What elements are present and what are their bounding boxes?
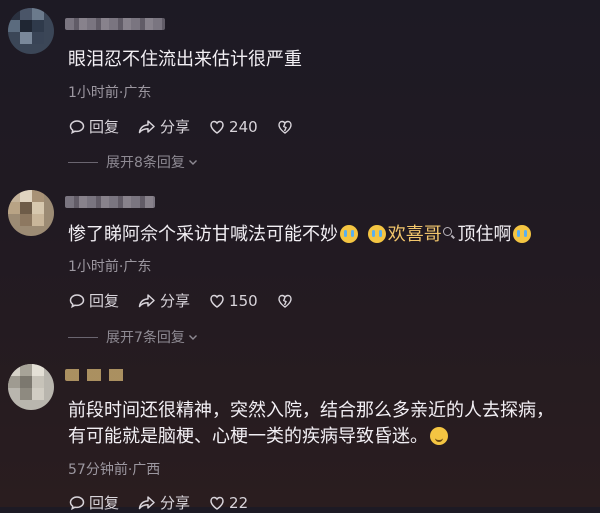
reply-label: 回复 — [89, 118, 120, 136]
username-blurred[interactable] — [65, 369, 129, 381]
reply-label: 回复 — [89, 494, 120, 512]
crying-face-emoji — [367, 225, 386, 243]
expand-label: 展开8条回复 — [106, 155, 185, 171]
dislike-button[interactable] — [276, 292, 297, 310]
divider-line — [68, 161, 98, 163]
divider-line — [68, 336, 98, 338]
heart-icon — [210, 120, 224, 134]
heart-icon — [210, 294, 224, 308]
crying-face-emoji — [513, 225, 532, 243]
comment-text-part: 惨了睇阿佘个采访甘喊法可能不妙 — [68, 224, 338, 245]
chevron-down-icon — [188, 160, 197, 165]
share-label: 分享 — [160, 118, 191, 136]
comment-actions: 回复 分享 22 — [68, 492, 266, 513]
comment-text: 前段时间还很精神，突然入院，结合那么多亲近的人去探病， 有可能就是脑梗、心梗一类… — [68, 398, 586, 450]
comment-text: 眼泪忍不住流出来估计很严重 — [68, 49, 302, 70]
reply-button[interactable]: 回复 — [68, 492, 119, 513]
comment-text: 惨了睇阿佘个采访甘喊法可能不妙 欢喜哥 顶住啊 — [68, 222, 586, 248]
broken-heart-icon — [277, 294, 292, 308]
comment-actions: 回复 分享 150 — [68, 290, 315, 311]
reply-label: 回复 — [89, 292, 120, 310]
share-button[interactable]: 分享 — [137, 492, 190, 513]
comment-actions: 回复 分享 240 — [68, 116, 315, 137]
like-button[interactable]: 240 — [208, 118, 258, 136]
like-count: 22 — [229, 493, 249, 512]
username-blurred[interactable] — [65, 18, 165, 30]
share-arrow-icon — [138, 495, 155, 509]
comment-meta: 1小时前·广东 — [68, 259, 152, 275]
avatar[interactable] — [8, 8, 54, 54]
share-arrow-icon — [138, 293, 155, 307]
smiling-face-emoji — [430, 427, 448, 445]
like-button[interactable]: 22 — [208, 494, 248, 512]
broken-heart-icon — [277, 120, 292, 134]
speech-bubble-icon — [69, 119, 85, 134]
share-arrow-icon — [138, 119, 155, 133]
dislike-button[interactable] — [276, 118, 297, 136]
speech-bubble-icon — [69, 495, 85, 510]
comment-text-line: 有可能就是脑梗、心梗一类的疾病导致昏迷。 — [68, 424, 586, 450]
share-button[interactable]: 分享 — [137, 290, 190, 311]
expand-label: 展开7条回复 — [106, 330, 185, 346]
expand-replies-button[interactable]: 展开8条回复 — [68, 152, 199, 172]
username-blurred[interactable] — [65, 196, 155, 208]
comment-text-line: 前段时间还很精神，突然入院，结合那么多亲近的人去探病， — [68, 400, 554, 421]
speech-bubble-icon — [69, 293, 85, 308]
reply-button[interactable]: 回复 — [68, 116, 119, 137]
share-button[interactable]: 分享 — [137, 116, 190, 137]
heart-icon — [210, 496, 224, 510]
crying-face-emoji — [340, 225, 358, 243]
avatar[interactable] — [8, 364, 54, 410]
mention-link[interactable]: 欢喜哥 — [388, 224, 442, 245]
comment-meta: 57分钟前·广西 — [68, 462, 161, 478]
like-count: 240 — [229, 117, 258, 136]
like-button[interactable]: 150 — [208, 292, 258, 310]
search-icon — [442, 227, 452, 236]
avatar[interactable] — [8, 190, 54, 236]
reply-button[interactable]: 回复 — [68, 290, 119, 311]
like-count: 150 — [229, 291, 258, 310]
comment-text-part: 顶住啊 — [457, 224, 512, 245]
chevron-down-icon — [188, 335, 197, 340]
comment-text-part: 有可能就是脑梗、心梗一类的疾病导致昏迷。 — [68, 426, 428, 447]
share-label: 分享 — [160, 292, 191, 310]
comment-meta: 1小时前·广东 — [68, 85, 152, 101]
expand-replies-button[interactable]: 展开7条回复 — [68, 327, 199, 347]
share-label: 分享 — [160, 494, 191, 512]
